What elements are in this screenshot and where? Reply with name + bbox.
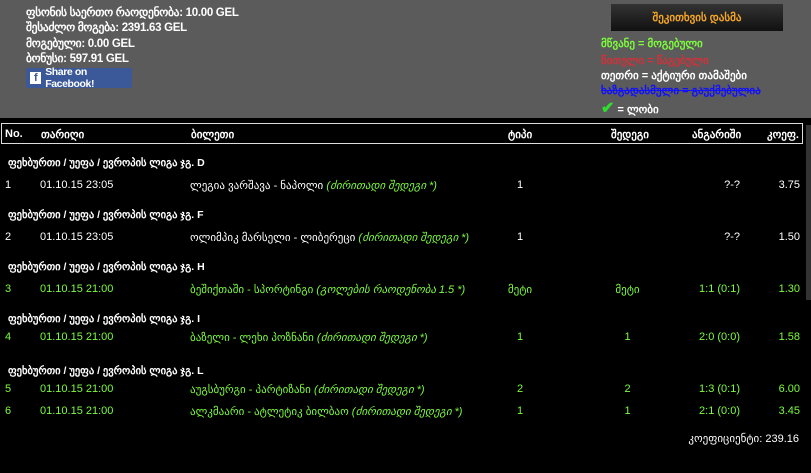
market-name: (ძირითადი შედეგი *) (358, 232, 470, 244)
row-no: 1 (5, 179, 12, 191)
legend-check: ✔ = ლობი (601, 98, 659, 118)
row-ticket: აუგსბურგი - პარტიზანი (ძირითადი შედეგი *… (190, 383, 425, 396)
row-result: 1 (624, 331, 631, 343)
col-date: თარიღი (41, 129, 85, 141)
ask-question-button[interactable]: შეკითხვის დასმა (611, 4, 783, 31)
row-score: ?-? (724, 179, 740, 191)
match-name: ოლიმპიკ მარსელი - ლიბერეცი (190, 232, 356, 244)
market-name: (ძირითადი შედეგი *) (313, 384, 425, 396)
market-name: (ძირითადი შედეგი *) (316, 332, 428, 344)
row-odds: 3.45 (778, 405, 800, 417)
match-name: აუგსბურგი - პარტიზანი (190, 384, 311, 396)
row-ticket: ლეგია ვარშავა - ნაპოლი (ძირითადი შედეგი … (190, 179, 437, 192)
row-no: 2 (5, 231, 12, 243)
total-stake: ფსონის საერთო რაოდენობა: 10.00 GEL (26, 7, 239, 19)
row-date: 01.10.15 21:00 (40, 283, 114, 295)
won-amount: მოგებული: 0.00 GEL (26, 38, 135, 50)
scrollbar[interactable] (806, 125, 811, 300)
row-score: 1:3 (0:1) (699, 383, 740, 395)
group-heading: ფეხბურთი / უეფა / ევროპის ლიგა ჯგ. H (8, 261, 205, 273)
row-no: 6 (5, 405, 12, 417)
market-name: (ძირითადი შედეგი *) (351, 406, 463, 418)
table-header: No. თარიღი ბილეთი ტიპი შედეგი ანგარიში კ… (1, 123, 803, 144)
row-type: მეტი (507, 284, 533, 296)
row-score: ?-? (724, 231, 740, 243)
row-result: მეტი (615, 284, 640, 296)
row-result: 1 (624, 405, 631, 417)
row-type: 2 (516, 383, 524, 395)
col-score: ანგარიში (692, 129, 742, 141)
legend-strike: ხაზგადასმული = გაუქმებულია (601, 85, 761, 97)
share-facebook-button[interactable]: f Share on Facebook! (26, 66, 132, 90)
row-ticket: ბეშიქთაში - სპორტინგი (გოლების რაოდენობა… (190, 283, 465, 296)
row-ticket: ბაზელი - ლეხი პოზნანი (ძირითადი შედეგი *… (190, 331, 428, 344)
row-date: 01.10.15 21:00 (40, 383, 114, 395)
match-name: ალკმაარი - ატლეტიკ ბილბაო (190, 406, 349, 418)
row-no: 4 (5, 331, 12, 343)
match-name: ლეგია ვარშავა - ნაპოლი (190, 180, 324, 192)
row-no: 5 (5, 383, 12, 395)
row-ticket: ოლიმპიკ მარსელი - ლიბერეცი (ძირითადი შედ… (190, 231, 469, 244)
row-type: 1 (516, 179, 524, 191)
col-result: შედეგი (611, 129, 649, 141)
col-odds: კოეფ. (767, 129, 799, 141)
row-date: 01.10.15 23:05 (40, 179, 114, 191)
row-date: 01.10.15 21:00 (40, 331, 114, 343)
row-type: 1 (516, 331, 524, 343)
row-result: 2 (624, 383, 631, 395)
legend-white: თეთრი = აქტიური თამაშები (601, 70, 747, 82)
legend-check-label: = ლობი (617, 104, 659, 116)
match-name: ბეშიქთაში - სპორტინგი (190, 284, 314, 296)
legend-red: წითელი = წაგებული (601, 55, 709, 67)
row-score: 2:1 (0:0) (699, 405, 740, 417)
share-label: Share on Facebook! (45, 66, 95, 90)
bonus-amount: ბონუსი: 597.91 GEL (26, 53, 129, 65)
row-date: 01.10.15 21:00 (40, 405, 114, 417)
match-name: ბაზელი - ლეხი პოზნანი (190, 332, 314, 344)
col-ticket: ბილეთი (191, 129, 235, 141)
group-heading: ფეხბურთი / უეფა / ევროპის ლიგა ჯგ. L (8, 365, 204, 377)
check-icon: ✔ (601, 100, 615, 117)
row-odds: 1.50 (778, 231, 800, 243)
group-heading: ფეხბურთი / უეფა / ევროპის ლიგა ჯგ. F (8, 209, 204, 221)
total-odds: კოეფიციენტი: 239.16 (688, 433, 799, 445)
market-name: (ძირითადი შედეგი *) (326, 180, 437, 192)
col-no: No. (5, 128, 23, 140)
row-no: 3 (5, 283, 12, 295)
row-score: 2:0 (0:0) (699, 331, 740, 343)
facebook-icon: f (30, 72, 42, 84)
row-type: 1 (516, 405, 524, 417)
row-odds: 3.75 (778, 179, 800, 191)
legend-green: მწვანე = მოგებული (601, 38, 703, 50)
row-type: 1 (516, 231, 524, 243)
market-name: (გოლების რაოდენობა 1.5 *) (316, 284, 466, 296)
group-heading: ფეხბურთი / უეფა / ევროპის ლიგა ჯგ. I (8, 313, 200, 325)
col-type: ტიპი (508, 129, 533, 141)
row-score: 1:1 (0:1) (699, 283, 740, 295)
possible-win: შესაძლო მოგება: 2391.63 GEL (26, 22, 187, 34)
row-ticket: ალკმაარი - ატლეტიკ ბილბაო (ძირითადი შედე… (190, 405, 462, 418)
group-heading: ფეხბურთი / უეფა / ევროპის ლიგა ჯგ. D (8, 157, 205, 169)
row-odds: 1.58 (778, 331, 800, 343)
row-odds: 6.00 (778, 383, 800, 395)
row-date: 01.10.15 23:05 (40, 231, 114, 243)
row-odds: 1.30 (778, 283, 800, 295)
